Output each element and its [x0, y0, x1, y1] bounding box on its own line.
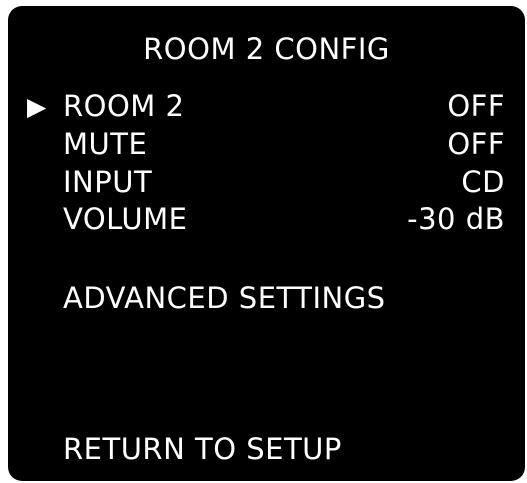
menu-item-mute[interactable]: MUTE OFF	[8, 130, 525, 164]
menu-item-label: MUTE	[63, 127, 148, 161]
menu-item-room2[interactable]: ▶ ROOM 2 OFF	[8, 92, 525, 126]
osd-menu-screen: ROOM 2 CONFIG ▶ ROOM 2 OFF MUTE OFF INPU…	[8, 6, 525, 481]
menu-item-input[interactable]: INPUT CD	[8, 168, 525, 202]
menu-item-volume[interactable]: VOLUME -30 dB	[8, 205, 525, 239]
menu-title: ROOM 2 CONFIG	[143, 32, 390, 66]
menu-item-label: INPUT	[63, 165, 153, 199]
selection-pointer-icon: ▶	[27, 92, 47, 121]
advanced-settings-item[interactable]: ADVANCED SETTINGS	[63, 284, 386, 313]
menu-item-value: CD	[461, 165, 505, 199]
menu-item-value: -30 dB	[407, 202, 505, 236]
return-to-setup-item[interactable]: RETURN TO SETUP	[63, 435, 342, 464]
menu-item-label: ROOM 2	[63, 89, 185, 123]
menu-item-value: OFF	[447, 89, 505, 123]
menu-item-label: VOLUME	[63, 202, 188, 236]
menu-item-value: OFF	[447, 127, 505, 161]
